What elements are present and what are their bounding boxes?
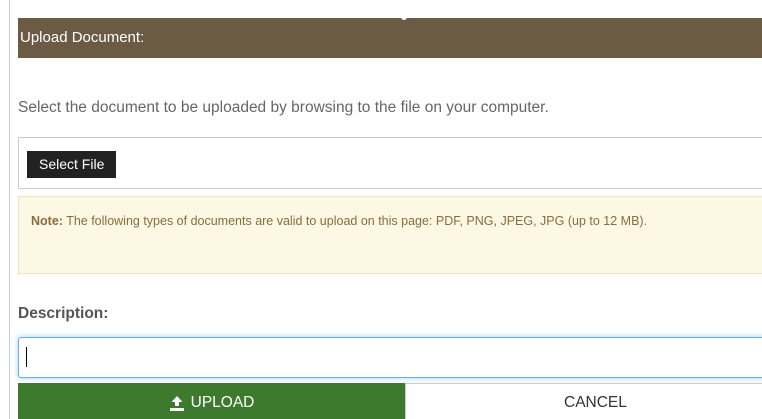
upload-icon [169,395,185,411]
text-cursor [26,347,27,367]
note-label: Note: [31,214,63,228]
upload-button[interactable]: UPLOAD [18,383,405,419]
cancel-button[interactable]: CANCEL [405,383,762,419]
window-drag-dot [401,14,407,20]
description-label: Description: [18,305,109,322]
upload-button-label: UPLOAD [190,394,255,411]
panel-header: Upload Document: [18,18,762,58]
upload-instructions: Select the document to be uploaded by br… [18,99,549,116]
select-file-button[interactable]: Select File [27,151,117,178]
panel-title: Upload Document: [20,29,145,46]
file-type-note: Note: The following types of documents a… [18,196,762,274]
description-input[interactable] [18,337,762,378]
panel-left-border [9,0,10,419]
upload-document-panel: Upload Document: Select the document to … [0,0,762,419]
note-text: The following types of documents are val… [62,214,648,228]
file-picker-container [18,137,762,189]
